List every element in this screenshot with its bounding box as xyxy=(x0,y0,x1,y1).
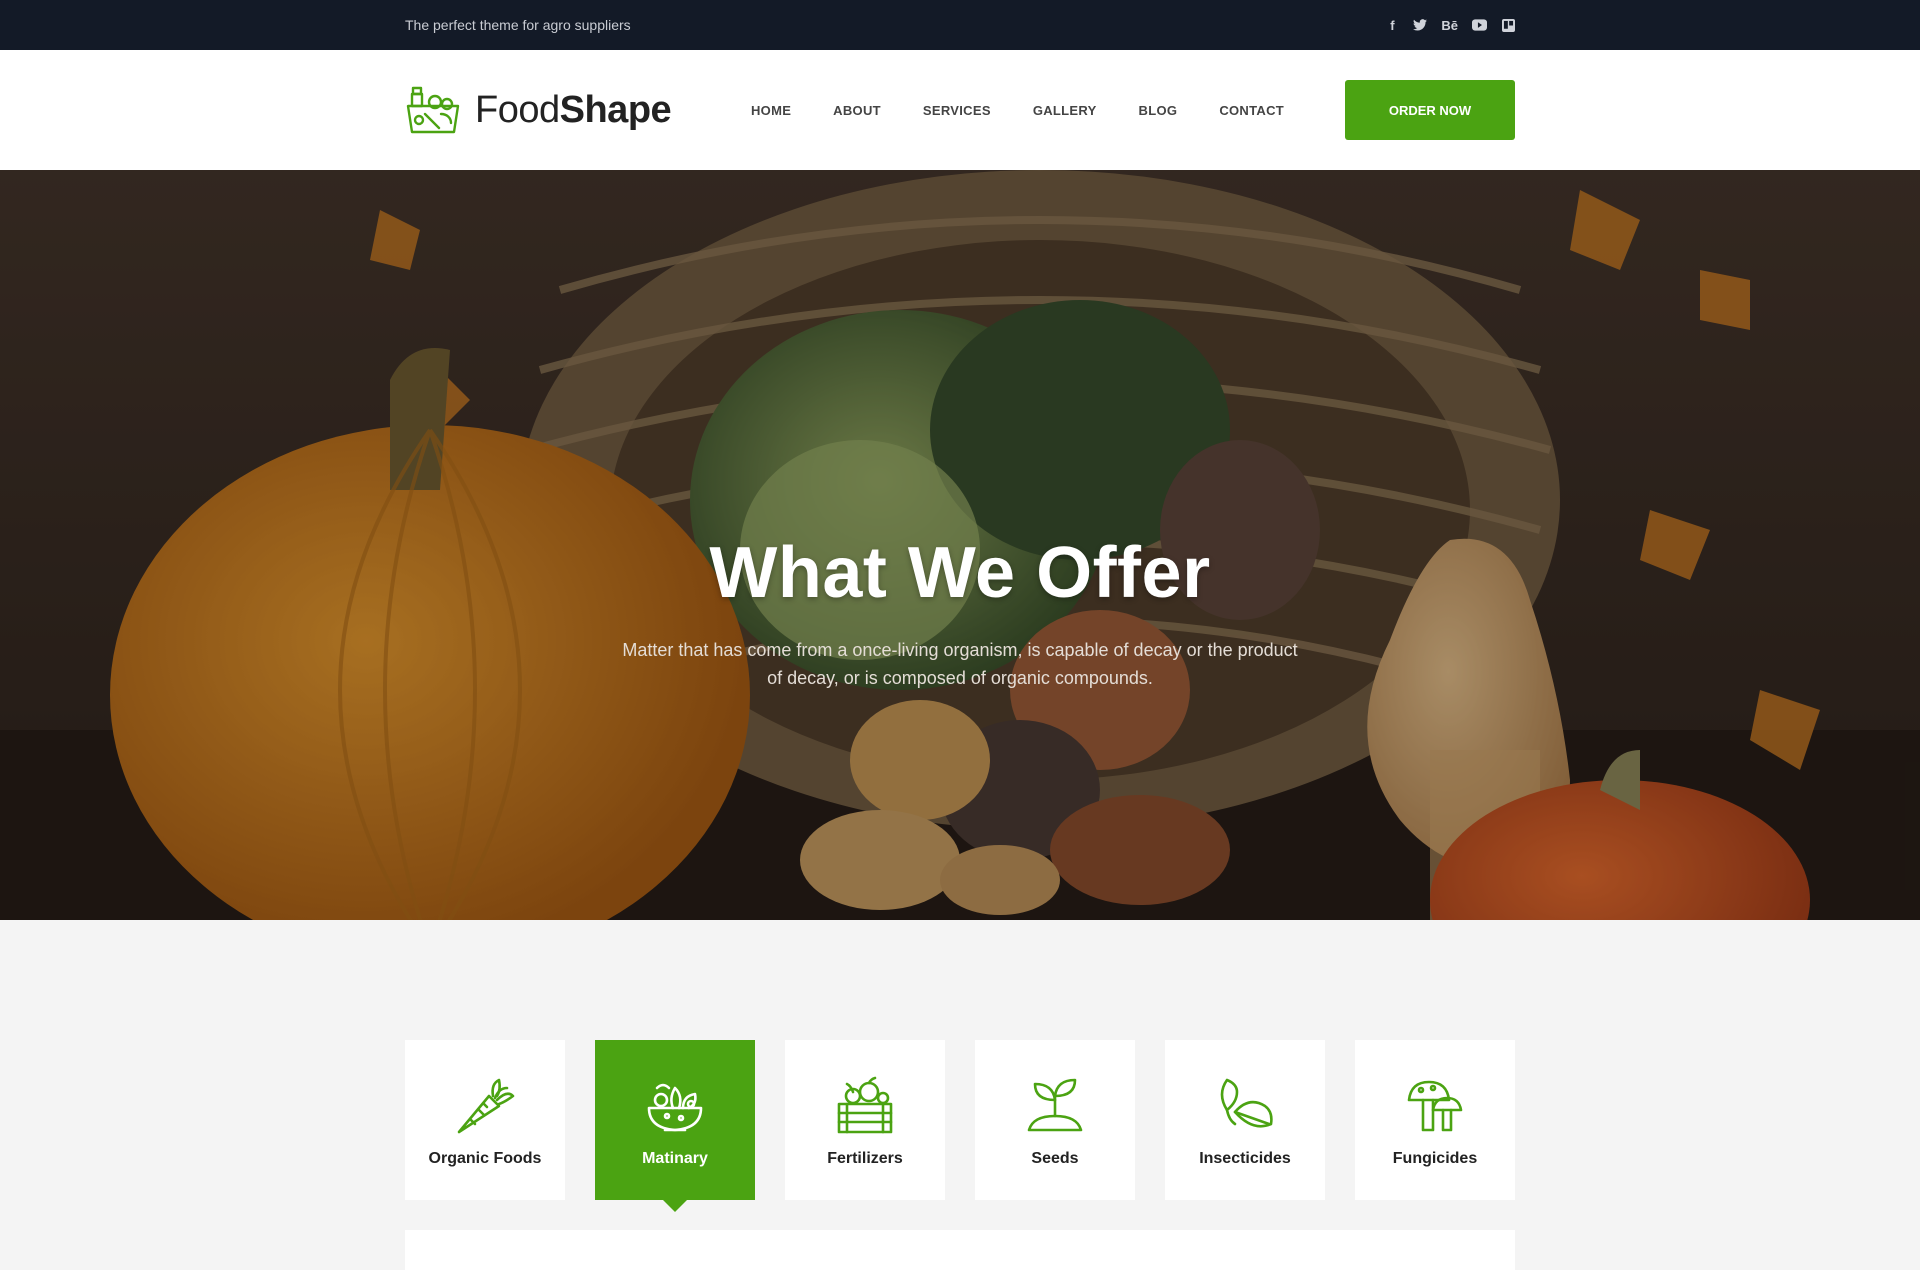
service-label: Seeds xyxy=(1031,1150,1079,1167)
hero-subtitle: Matter that has come from a once-living … xyxy=(622,640,1298,688)
top-bar: The perfect theme for agro suppliers f B… xyxy=(0,0,1920,50)
salad-bowl-icon xyxy=(647,1083,703,1132)
main-nav: HOME ABOUT SERVICES GALLERY BLOG CONTACT xyxy=(730,103,1305,118)
nav-home[interactable]: HOME xyxy=(730,103,812,118)
service-tab-organic-foods[interactable]: Organic Foods xyxy=(405,1040,565,1200)
order-now-button[interactable]: ORDER NOW xyxy=(1345,80,1515,140)
service-label: Fungicides xyxy=(1392,1150,1478,1167)
mushroom-icon xyxy=(1407,1080,1463,1132)
leaf-icon xyxy=(1220,1078,1273,1128)
nav-blog[interactable]: BLOG xyxy=(1118,103,1199,118)
hero-banner: What We Offer Matter that has come from … xyxy=(0,170,1920,920)
sprout-icon xyxy=(1027,1078,1083,1132)
youtube-icon[interactable] xyxy=(1472,18,1487,32)
nav-services[interactable]: SERVICES xyxy=(902,103,1012,118)
behance-icon[interactable]: Bē xyxy=(1441,18,1458,33)
service-label: Insecticides xyxy=(1199,1150,1291,1167)
service-label: Fertilizers xyxy=(827,1150,903,1167)
twitter-icon[interactable] xyxy=(1413,18,1428,32)
logo-text-light: Food xyxy=(475,88,560,131)
logo-wordmark: FoodShape xyxy=(475,88,672,132)
nav-contact[interactable]: CONTACT xyxy=(1198,103,1305,118)
grocery-basket-icon xyxy=(406,86,460,134)
hero-title: What We Offer xyxy=(709,533,1211,613)
carrot-icon xyxy=(457,1078,515,1134)
service-tab-matinary[interactable]: Matinary xyxy=(595,1040,755,1212)
nav-about[interactable]: ABOUT xyxy=(812,103,902,118)
logo-text-bold: Shape xyxy=(559,88,672,131)
service-tab-fungicides[interactable]: Fungicides xyxy=(1355,1040,1515,1200)
hero-content: What We Offer Matter that has come from … xyxy=(0,532,1920,692)
facebook-icon[interactable]: f xyxy=(1385,18,1399,33)
nav-gallery[interactable]: GALLERY xyxy=(1012,103,1118,118)
service-label: Matinary xyxy=(642,1150,708,1167)
service-tab-fertilizers[interactable]: Fertilizers xyxy=(785,1040,945,1200)
service-tab-seeds[interactable]: Seeds xyxy=(975,1040,1135,1200)
logo[interactable]: FoodShape xyxy=(405,84,672,136)
tagline: The perfect theme for agro suppliers xyxy=(405,17,631,33)
services-section: Organic Foods Matinary Fertilizers Seeds… xyxy=(0,920,1920,1270)
main-header: FoodShape HOME ABOUT SERVICES GALLERY BL… xyxy=(0,50,1920,170)
service-tabs: Organic Foods Matinary Fertilizers Seeds… xyxy=(405,1040,1515,1212)
service-tab-insecticides[interactable]: Insecticides xyxy=(1165,1040,1325,1200)
crate-icon xyxy=(837,1076,893,1134)
trello-icon[interactable] xyxy=(1501,18,1515,32)
social-links: f Bē xyxy=(1385,18,1515,33)
service-label: Organic Foods xyxy=(428,1150,542,1167)
service-content-panel xyxy=(405,1230,1515,1270)
